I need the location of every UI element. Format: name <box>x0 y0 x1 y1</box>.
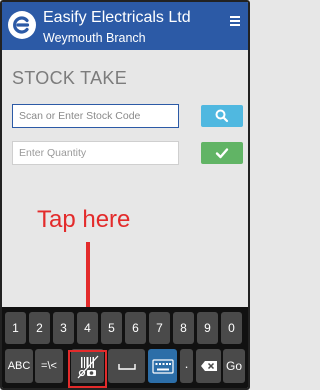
keyboard-icon <box>151 359 174 374</box>
key-0[interactable]: 0 <box>221 312 242 344</box>
hamburger-menu-icon[interactable] <box>228 14 242 28</box>
highlight-box <box>68 350 107 388</box>
backspace-key[interactable] <box>196 349 221 383</box>
key-6[interactable]: 6 <box>125 312 146 344</box>
stock-code-input[interactable] <box>12 104 179 128</box>
key-4[interactable]: 4 <box>77 312 98 344</box>
keyboard-switch-key[interactable] <box>148 349 177 383</box>
space-key[interactable] <box>108 349 145 383</box>
dot-key[interactable]: · <box>180 349 193 383</box>
tap-here-annotation: Tap here <box>37 206 131 233</box>
key-5[interactable]: 5 <box>101 312 122 344</box>
abc-key[interactable]: ABC <box>5 349 33 383</box>
easify-logo-icon <box>8 11 36 39</box>
key-9[interactable]: 9 <box>197 312 218 344</box>
go-key[interactable]: Go <box>223 349 245 383</box>
key-2[interactable]: 2 <box>29 312 50 344</box>
branch-name: Weymouth Branch <box>43 31 146 45</box>
soft-keyboard: 1 2 3 4 5 6 7 8 9 0 ABC =\< · Go <box>2 307 248 388</box>
backspace-icon <box>200 361 217 371</box>
key-7[interactable]: 7 <box>149 312 170 344</box>
key-8[interactable]: 8 <box>173 312 194 344</box>
page-title: STOCK TAKE <box>12 68 128 88</box>
search-button[interactable] <box>201 105 243 127</box>
app-header: Easify Electricals Ltd Weymouth Branch <box>2 2 248 50</box>
company-name: Easify Electricals Ltd <box>43 9 191 26</box>
confirm-button[interactable] <box>201 142 243 164</box>
space-icon <box>117 364 136 370</box>
phone-screen: Easify Electricals Ltd Weymouth Branch S… <box>0 0 250 390</box>
checkmark-icon <box>215 148 229 159</box>
key-1[interactable]: 1 <box>5 312 26 344</box>
search-icon <box>215 109 229 123</box>
symbols-key[interactable]: =\< <box>35 349 63 383</box>
quantity-input[interactable] <box>12 141 179 165</box>
key-3[interactable]: 3 <box>53 312 74 344</box>
